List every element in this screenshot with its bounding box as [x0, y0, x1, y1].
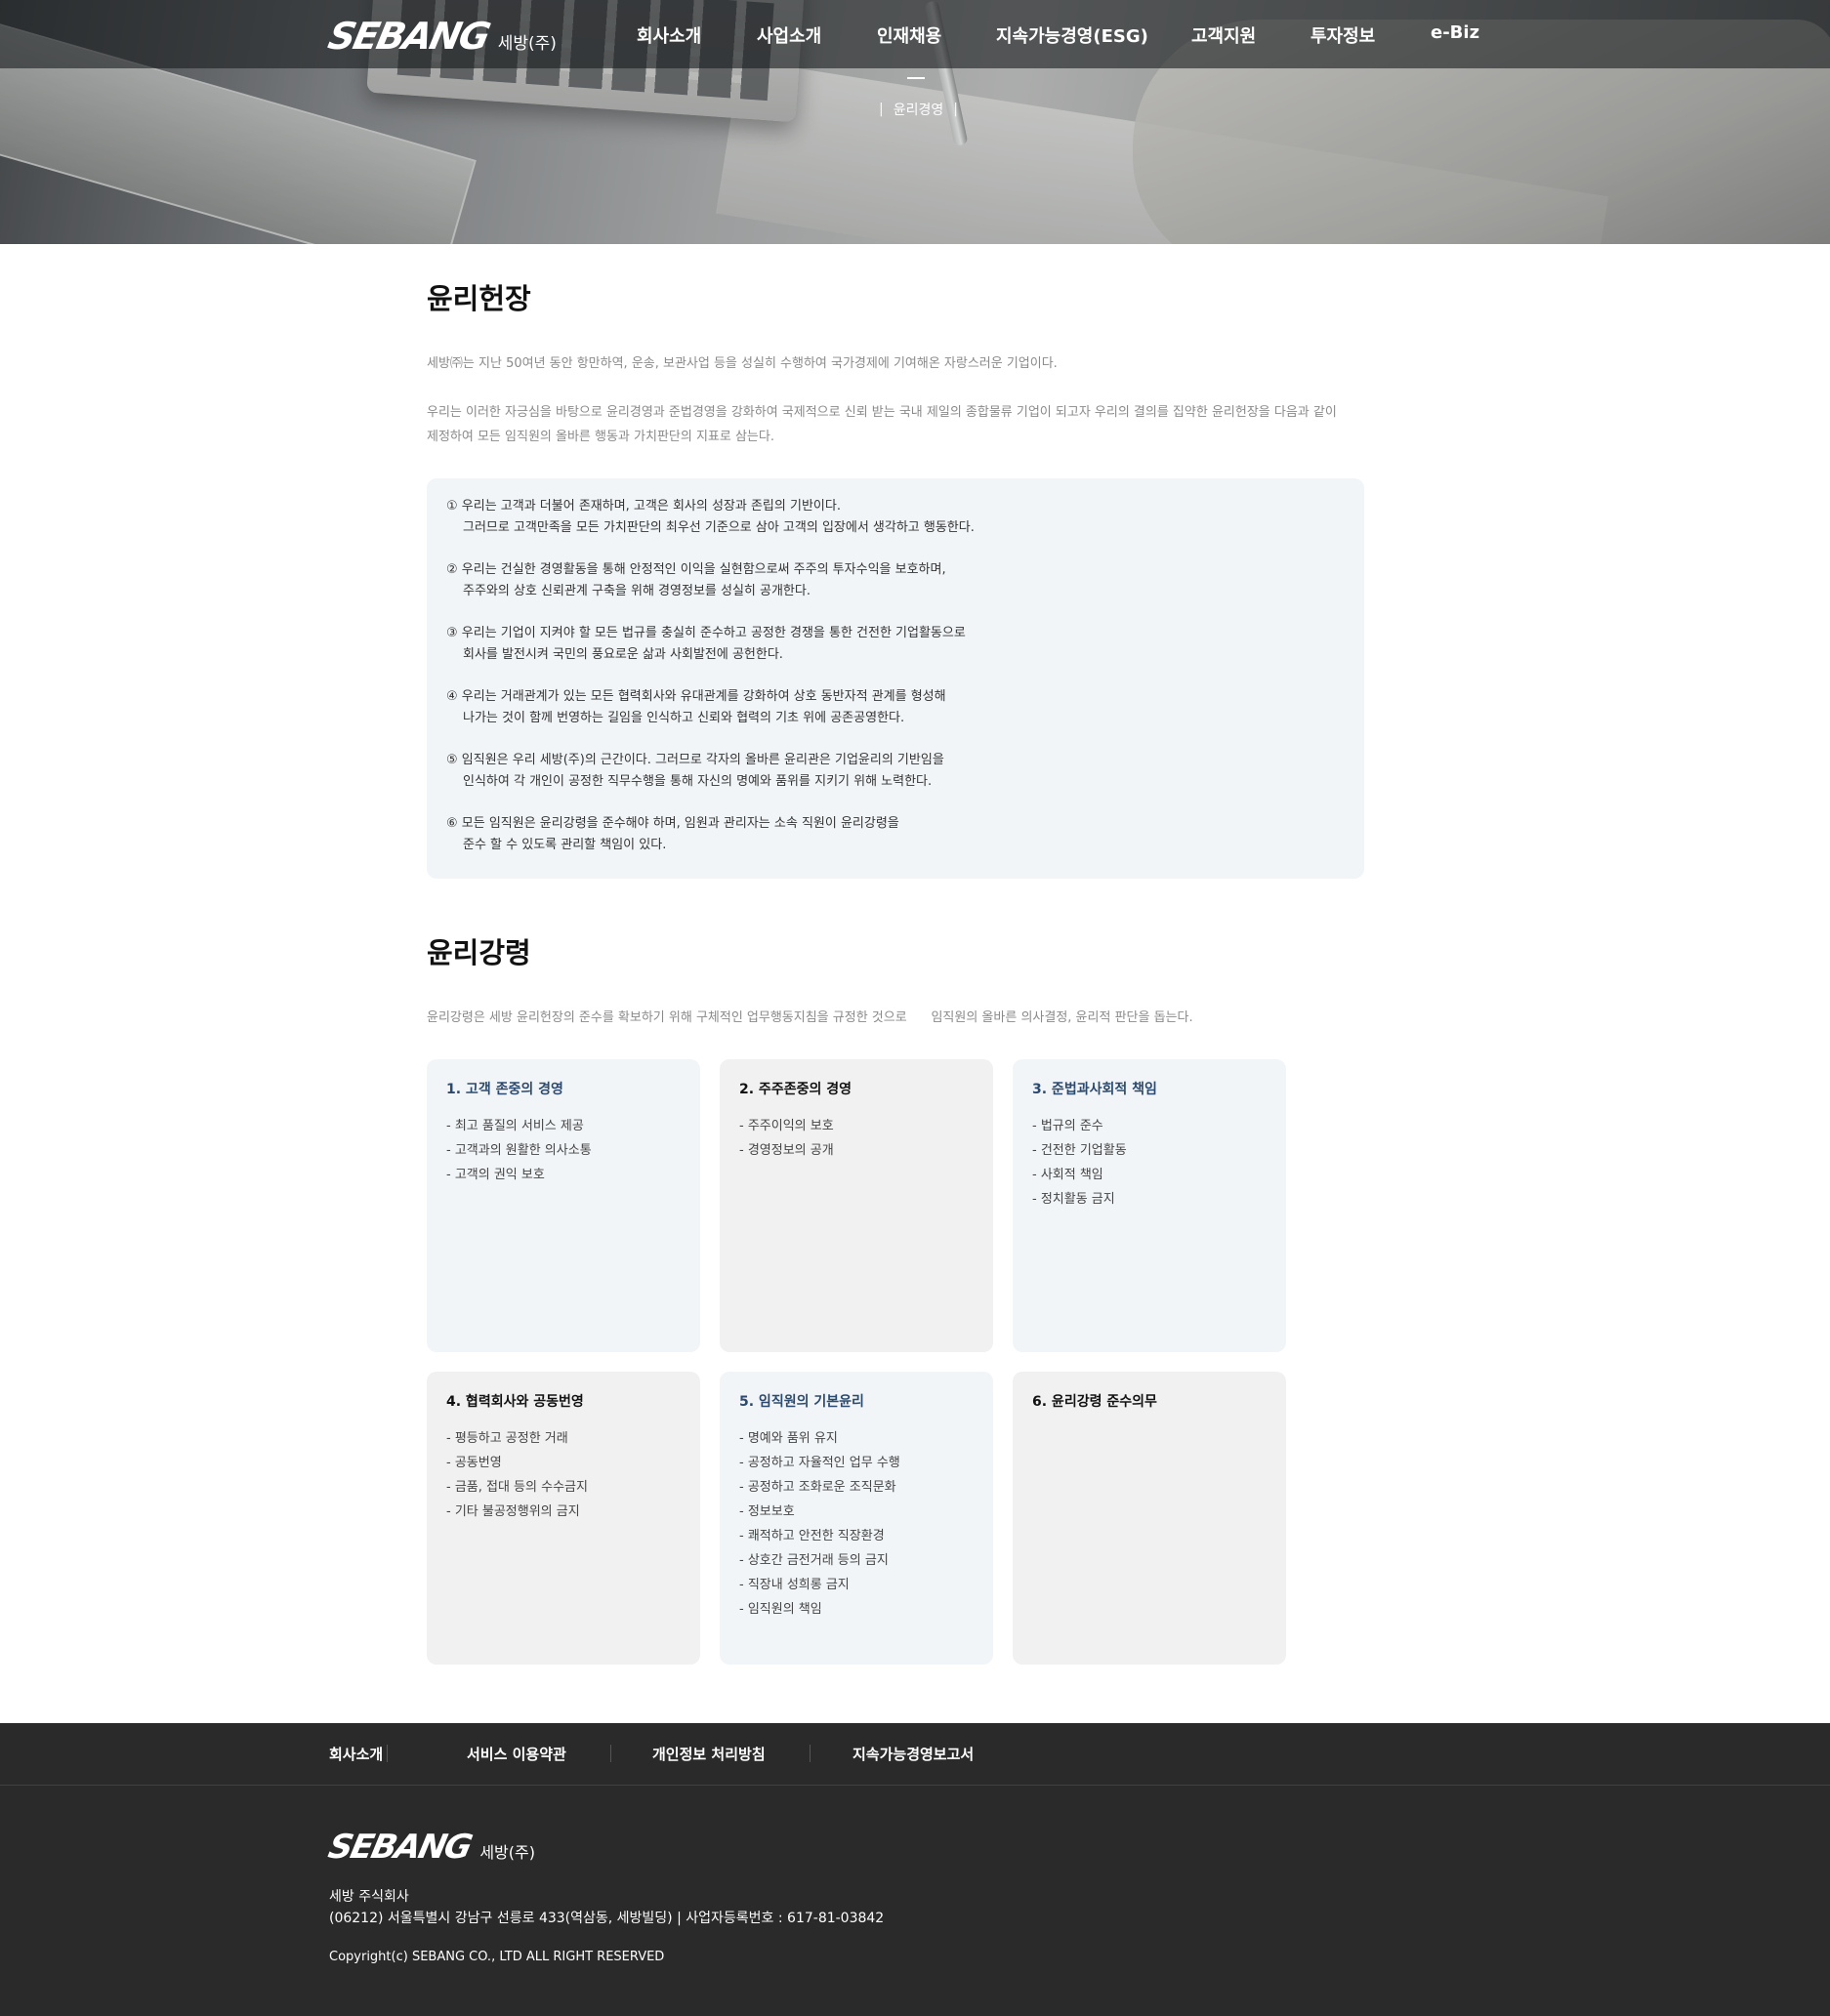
subnav-divider: | [879, 102, 884, 117]
footer-logo: SEBANG 세방(주) [325, 1828, 535, 1867]
nav-item-company[interactable]: 회사소개 [637, 22, 701, 48]
subnav-item-ethics[interactable]: 윤리경영 [894, 100, 944, 119]
footer-copyright: Copyright(c) SEBANG CO., LTD ALL RIGHT R… [329, 1950, 665, 1964]
card-title: 5. 임직원의 기본윤리 [739, 1394, 864, 1410]
footer-divider [610, 1745, 611, 1762]
card-item: - 건전한 기업활동 [1032, 1143, 1127, 1158]
footer-divider [387, 1745, 388, 1762]
charter-item-line: 인식하여 각 개인이 공정한 직무수행을 통해 자신의 명예와 품위를 지키기 … [463, 774, 933, 789]
code-card-partner: 4. 협력회사와 공동번영 - 평등하고 공정한 거래 - 공동번영 - 금품,… [427, 1372, 700, 1665]
top-navigation: SEBANG 세방(주) 회사소개 사업소개 인재채용 지속가능경영(ESG) … [0, 0, 1830, 68]
card-item: - 법규의 준수 [1032, 1119, 1103, 1133]
card-item: - 공정하고 자율적인 업무 수행 [739, 1456, 900, 1470]
card-item: - 기타 불공정행위의 금지 [446, 1504, 580, 1519]
subnav-divider: | [953, 102, 958, 117]
footer: 회사소개 서비스 이용약관 개인정보 처리방침 지속가능경영보고서 SEBANG… [0, 1723, 1830, 2016]
nav-item-support[interactable]: 고객지원 [1191, 22, 1256, 48]
charter-item-line: ⑤ 임직원은 우리 세방(주)의 근간이다. 그러므로 각자의 올바른 윤리관은… [446, 753, 944, 767]
card-title: 4. 협력회사와 공동번영 [446, 1394, 584, 1410]
footer-company-name: 세방 주식회사 [329, 1889, 409, 1905]
footer-link-company[interactable]: 회사소개 [329, 1744, 383, 1764]
card-item: - 정보보호 [739, 1504, 795, 1519]
code-title: 윤리강령 [427, 936, 531, 969]
card-title: 1. 고객 존중의 경영 [446, 1082, 563, 1097]
charter-item: ⑤ 임직원은 우리 세방(주)의 근간이다. 그러므로 각자의 올바른 윤리관은… [446, 750, 1345, 793]
charter-item-line: 그러므로 고객만족을 모든 가치판단의 최우선 기준으로 삼아 고객의 입장에서… [463, 520, 975, 535]
card-item: - 주주이익의 보호 [739, 1119, 834, 1133]
footer-logo-mark: SEBANG [324, 1828, 475, 1867]
code-intro: 윤리강령은 세방 윤리헌장의 준수를 확보하기 위해 구체적인 업무행동지침을 … [427, 1010, 1193, 1025]
nav-item-recruit[interactable]: 인재채용 [877, 22, 941, 48]
footer-link-sustainability[interactable]: 지속가능경영보고서 [853, 1744, 974, 1764]
charter-item-line: ⑥ 모든 임직원은 윤리강령을 준수해야 하며, 임원과 관리자는 소속 직원이… [446, 816, 899, 831]
card-title: 6. 윤리강령 준수의무 [1032, 1394, 1157, 1410]
footer-link-privacy[interactable]: 개인정보 처리방침 [652, 1744, 766, 1764]
charter-item-line: 나가는 것이 함께 번영하는 길임을 인식하고 신뢰와 협력의 기초 위에 공존… [463, 711, 905, 725]
card-title: 2. 주주존중의 경영 [739, 1082, 852, 1097]
charter-item: ④ 우리는 거래관계가 있는 모든 협력회사와 유대관계를 강화하여 상호 동반… [446, 686, 1345, 729]
card-item: - 금품, 접대 등의 수수금지 [446, 1480, 588, 1495]
charter-item-line: ④ 우리는 거래관계가 있는 모든 협력회사와 유대관계를 강화하여 상호 동반… [446, 689, 946, 704]
charter-item-line: 회사를 발전시켜 국민의 풍요로운 삶과 사회발전에 공헌한다. [463, 647, 783, 662]
code-card-shareholder: 2. 주주존중의 경영 - 주주이익의 보호 - 경영정보의 공개 [720, 1059, 993, 1352]
card-item: - 상호간 금전거래 등의 금지 [739, 1553, 889, 1568]
sub-navigation: | 윤리경영 | [879, 100, 958, 119]
nav-item-business[interactable]: 사업소개 [757, 22, 821, 48]
card-title: 3. 준법과사회적 책임 [1032, 1082, 1157, 1097]
charter-item-line: 준수 할 수 있도록 관리할 책임이 있다. [463, 838, 667, 852]
charter-intro-2b: 제정하여 모든 임직원의 올바른 행동과 가치판단의 지표로 삼는다. [427, 430, 774, 444]
footer-links: 회사소개 서비스 이용약관 개인정보 처리방침 지속가능경영보고서 [0, 1723, 1830, 1786]
charter-item: ⑥ 모든 임직원은 윤리강령을 준수해야 하며, 임원과 관리자는 소속 직원이… [446, 813, 1345, 856]
card-item: - 직장내 성희롱 금지 [739, 1578, 850, 1592]
card-item: - 최고 품질의 서비스 제공 [446, 1119, 584, 1133]
footer-logo-subtitle: 세방(주) [479, 1843, 535, 1862]
charter-item: ③ 우리는 기업이 지켜야 할 모든 법규를 충실히 준수하고 공정한 경쟁을 … [446, 623, 1345, 666]
card-item: - 쾌적하고 안전한 직장환경 [739, 1529, 885, 1543]
charter-intro-2a: 우리는 이러한 자긍심을 바탕으로 윤리경영과 준법경영을 강화하여 국제적으로… [427, 405, 1337, 420]
card-item: - 평등하고 공정한 거래 [446, 1431, 568, 1446]
charter-intro-1: 세방㈜는 지난 50여년 동안 항만하역, 운송, 보관사업 등을 성실히 수행… [427, 356, 1058, 371]
footer-address: (06212) 서울특별시 강남구 선릉로 433(역삼동, 세방빌딩) | 사… [329, 1911, 885, 1926]
charter-item-line: ② 우리는 건실한 경영활동을 통해 안정적인 이익을 실현함으로써 주주의 투… [446, 562, 946, 577]
code-card-customer: 1. 고객 존중의 경영 - 최고 품질의 서비스 제공 - 고객과의 원활한 … [427, 1059, 700, 1352]
charter-item-line: 주주와의 상호 신뢰관계 구축을 위해 경영정보를 성실히 공개한다. [463, 584, 811, 598]
card-item: - 공정하고 조화로운 조직문화 [739, 1480, 896, 1495]
card-item: - 사회적 책임 [1032, 1168, 1103, 1182]
code-card-compliance: 3. 준법과사회적 책임 - 법규의 준수 - 건전한 기업활동 - 사회적 책… [1013, 1059, 1286, 1352]
card-item: - 정치활동 금지 [1032, 1192, 1115, 1207]
charter-title: 윤리헌장 [427, 282, 531, 315]
code-card-duty: 6. 윤리강령 준수의무 [1013, 1372, 1286, 1665]
nav-active-indicator [907, 77, 925, 79]
card-item: - 명예와 품위 유지 [739, 1431, 838, 1446]
nav-item-ebiz[interactable]: e-Biz [1431, 22, 1479, 43]
charter-box: ① 우리는 고객과 더불어 존재하며, 고객은 회사의 성장과 존립의 기반이다… [427, 478, 1364, 879]
charter-item: ② 우리는 건실한 경영활동을 통해 안정적인 이익을 실현함으로써 주주의 투… [446, 559, 1345, 602]
charter-item: ① 우리는 고객과 더불어 존재하며, 고객은 회사의 성장과 존립의 기반이다… [446, 496, 1345, 539]
code-card-employee: 5. 임직원의 기본윤리 - 명예와 품위 유지 - 공정하고 자율적인 업무 … [720, 1372, 993, 1665]
card-item: - 임직원의 책임 [739, 1602, 822, 1617]
nav-item-esg[interactable]: 지속가능경영(ESG) [996, 22, 1148, 48]
footer-link-terms[interactable]: 서비스 이용약관 [467, 1744, 566, 1764]
charter-intro-2: 우리는 이러한 자긍심을 바탕으로 윤리경영과 준법경영을 강화하여 국제적으로… [427, 400, 1403, 449]
nav-item-investor[interactable]: 투자정보 [1310, 22, 1375, 48]
card-item: - 고객과의 원활한 의사소통 [446, 1143, 592, 1158]
charter-item-line: ① 우리는 고객과 더불어 존재하며, 고객은 회사의 성장과 존립의 기반이다… [446, 499, 841, 514]
charter-item-line: ③ 우리는 기업이 지켜야 할 모든 법규를 충실히 준수하고 공정한 경쟁을 … [446, 626, 966, 640]
card-item: - 경영정보의 공개 [739, 1143, 834, 1158]
card-item: - 고객의 권익 보호 [446, 1168, 545, 1182]
footer-divider [810, 1745, 811, 1762]
card-item: - 공동번영 [446, 1456, 502, 1470]
